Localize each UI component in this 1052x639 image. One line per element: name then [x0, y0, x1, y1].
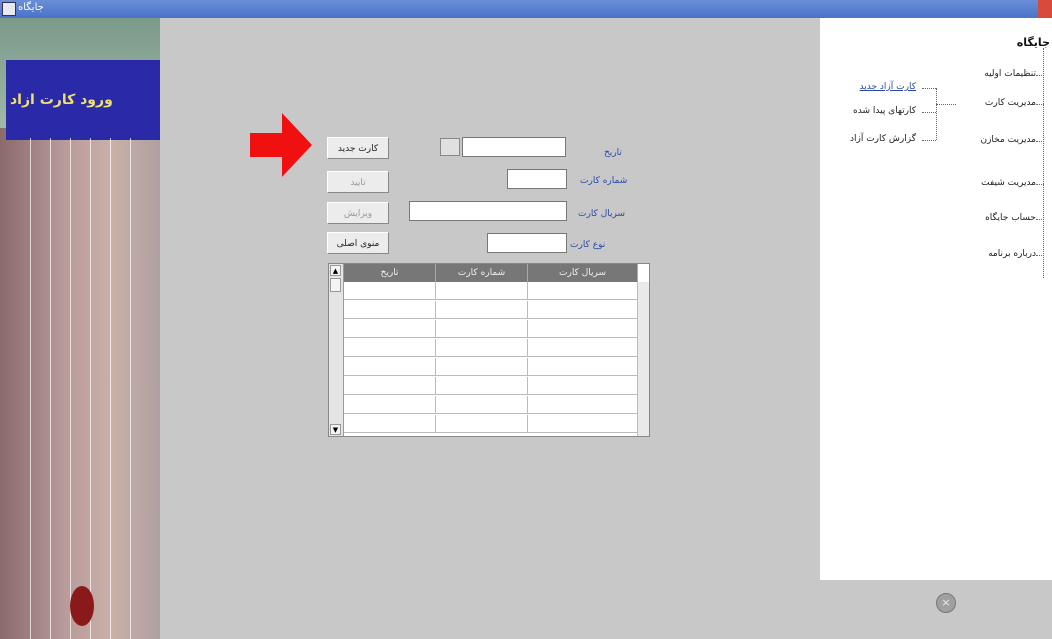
table-row[interactable] [344, 358, 638, 376]
exit-area [820, 580, 1052, 639]
nav-item-about[interactable]: درباره برنامه [988, 249, 1036, 259]
table-cell[interactable] [344, 396, 436, 414]
date-picker-button[interactable] [440, 138, 460, 156]
app-icon [2, 2, 16, 16]
side-banner-image: ورود کارت ازاد [0, 18, 160, 639]
nav-item-shift-management[interactable]: مدیریت شیفت [981, 178, 1036, 188]
table-row[interactable] [344, 282, 638, 300]
title-bar: جایگاه [0, 0, 1052, 18]
table-cell[interactable] [344, 377, 436, 395]
side-banner-text: ورود کارت ازاد [10, 92, 113, 108]
table-cell[interactable] [528, 377, 638, 395]
nav-item-card-management[interactable]: مدیریت کارت [985, 98, 1036, 108]
column-header-card-serial[interactable]: سریال کارت [528, 264, 638, 282]
confirm-button[interactable]: تایید [327, 171, 389, 193]
table-cell[interactable] [344, 282, 436, 300]
table-cell[interactable] [528, 320, 638, 338]
scroll-thumb[interactable] [330, 278, 341, 292]
nav-item-tank-management[interactable]: مدیریت مخازن [980, 135, 1036, 145]
table-row[interactable] [344, 415, 638, 433]
table-cell[interactable] [436, 396, 528, 414]
navigation-panel: جایگاه تنظیمات اولیه مدیریت کارت مدیریت … [820, 18, 1052, 639]
table-cell[interactable] [344, 301, 436, 319]
table-cell[interactable] [436, 282, 528, 300]
nav-item-initial-settings[interactable]: تنظیمات اولیه [984, 69, 1036, 79]
table-cell[interactable] [344, 358, 436, 376]
table-row[interactable] [344, 320, 638, 338]
table-cell[interactable] [436, 320, 528, 338]
card-type-label: نوع کارت [570, 240, 606, 250]
column-header-card-number[interactable]: شماره کارت [436, 264, 528, 282]
scroll-up-icon[interactable]: ▲ [330, 265, 341, 276]
table-cell[interactable] [436, 339, 528, 357]
date-input[interactable] [462, 137, 566, 157]
table-row[interactable] [344, 396, 638, 414]
nav-subitem-found-cards[interactable]: کارتهای پیدا شده [853, 106, 916, 116]
table-cell[interactable] [528, 282, 638, 300]
grid-scrollbar[interactable]: ▲ ▼ [329, 264, 344, 436]
card-serial-label: سریال کارت [578, 209, 625, 219]
exit-icon[interactable]: × [936, 593, 956, 613]
close-button[interactable] [1038, 0, 1052, 18]
table-row[interactable] [344, 377, 638, 395]
grid-right-edge [637, 282, 649, 436]
table-cell[interactable] [436, 358, 528, 376]
table-cell[interactable] [436, 415, 528, 433]
table-cell[interactable] [436, 377, 528, 395]
edit-button[interactable]: ویرایش [327, 202, 389, 224]
nav-subitem-new-free-card[interactable]: کارت آزاد جدید [860, 82, 916, 92]
table-row[interactable] [344, 301, 638, 319]
table-cell[interactable] [528, 358, 638, 376]
nav-title: جایگاه [1016, 36, 1050, 49]
table-cell[interactable] [436, 301, 528, 319]
table-cell[interactable] [528, 396, 638, 414]
nav-item-station-account[interactable]: حساب جایگاه [985, 213, 1036, 223]
cards-grid[interactable]: ▲ ▼ تاریخ شماره کارت سریال کارت [328, 263, 650, 437]
table-cell[interactable] [528, 415, 638, 433]
window-title: جایگاه [18, 2, 44, 13]
card-number-label: شماره کارت [580, 176, 628, 186]
date-label: تاریخ [604, 148, 622, 158]
scroll-down-icon[interactable]: ▼ [330, 424, 341, 435]
table-cell[interactable] [344, 320, 436, 338]
table-row[interactable] [344, 339, 638, 357]
new-card-button[interactable]: کارت جدید [327, 137, 389, 159]
card-type-input[interactable] [487, 233, 567, 253]
nav-subitem-free-card-report[interactable]: گزارش کارت آزاد [850, 134, 916, 144]
table-cell[interactable] [344, 339, 436, 357]
card-number-input[interactable] [507, 169, 567, 189]
red-arrow-icon [250, 113, 312, 177]
card-serial-input[interactable] [409, 201, 567, 221]
table-cell[interactable] [344, 415, 436, 433]
column-header-date[interactable]: تاریخ [344, 264, 436, 282]
table-cell[interactable] [528, 301, 638, 319]
main-menu-button[interactable]: منوی اصلی [327, 232, 389, 254]
table-cell[interactable] [528, 339, 638, 357]
